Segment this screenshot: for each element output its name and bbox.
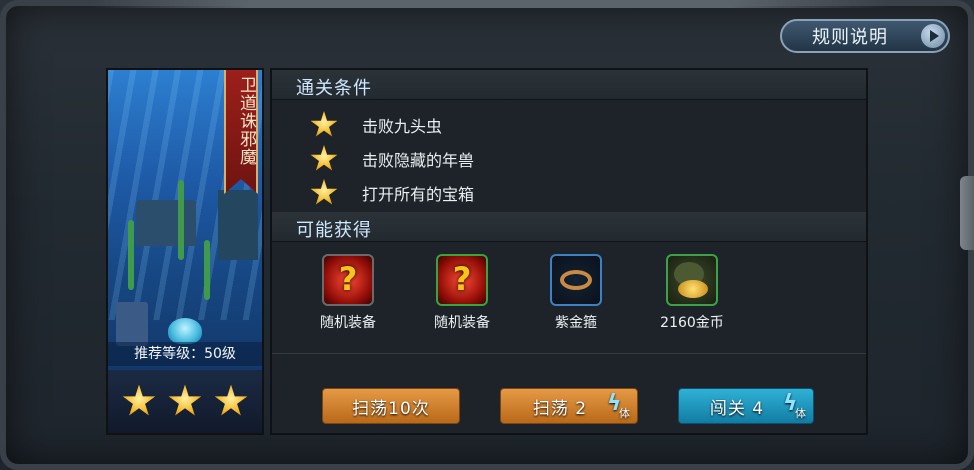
mystery-equipment-icon: ?	[436, 254, 488, 306]
ruin-illustration	[136, 200, 196, 246]
reward-item[interactable]: 2160金币	[652, 254, 732, 332]
sweep-label: 扫荡 2	[532, 398, 588, 419]
reward-name: 紫金箍	[555, 315, 597, 331]
condition-item: 击败九头虫	[310, 110, 710, 140]
jellyfish-illustration	[168, 318, 202, 344]
seaweed	[178, 180, 184, 260]
stage-details-panel: 通关条件 击败九头虫 击败隐藏的年兽 打开所有的宝箱 可能获得 ? 随机装备 ?…	[270, 68, 868, 435]
stamina-icon: ϟ体	[607, 391, 631, 421]
challenge-button[interactable]: 闯关 4 ϟ体	[678, 388, 814, 424]
star-icon	[310, 179, 338, 205]
condition-text: 击败隐藏的年兽	[362, 151, 475, 170]
rewards-header: 可能获得	[272, 212, 866, 242]
reward-name: 2160金币	[660, 315, 724, 331]
play-arrow-icon	[921, 24, 945, 48]
reward-item[interactable]: 紫金箍	[536, 254, 616, 332]
stamina-icon: ϟ体	[783, 391, 807, 421]
reward-item[interactable]: ? 随机装备	[422, 254, 502, 332]
condition-item: 击败隐藏的年兽	[310, 144, 710, 174]
recommended-level: 推荐等级：50级	[108, 342, 262, 366]
gold-coins-icon	[666, 254, 718, 306]
stage-name: 卫道诛邪魔	[236, 76, 256, 166]
stage-name-banner: 卫道诛邪魔	[224, 70, 258, 194]
mystery-equipment-icon: ?	[322, 254, 374, 306]
conditions-title: 通关条件	[296, 78, 372, 99]
seaweed	[128, 220, 134, 290]
seaweed	[204, 240, 210, 300]
star-icon	[168, 384, 202, 416]
side-handle[interactable]	[960, 176, 974, 250]
sweep-10-button[interactable]: 扫荡10次	[322, 388, 460, 424]
reward-name: 随机装备	[434, 315, 490, 331]
star-icon	[310, 145, 338, 171]
challenge-label: 闯关 4	[709, 398, 765, 419]
stage-card: 卫道诛邪魔 推荐等级：50级	[106, 68, 264, 435]
frame-top-trim	[90, 0, 890, 8]
divider	[272, 353, 866, 354]
stamina-label: 体	[795, 407, 807, 420]
ruin-illustration	[218, 190, 258, 260]
star-icon	[122, 384, 156, 416]
golden-headband-icon	[550, 254, 602, 306]
stage-stars	[108, 370, 262, 433]
star-icon	[310, 111, 338, 137]
condition-item: 打开所有的宝箱	[310, 178, 710, 208]
stamina-label: 体	[619, 407, 631, 420]
stump-illustration	[116, 302, 148, 346]
reward-name: 随机装备	[320, 315, 376, 331]
conditions-header: 通关条件	[272, 70, 866, 100]
rules-button[interactable]: 规则说明	[780, 19, 950, 53]
reward-item[interactable]: ? 随机装备	[308, 254, 388, 332]
rules-button-label: 规则说明	[812, 27, 888, 48]
star-icon	[214, 384, 248, 416]
rewards-title: 可能获得	[296, 220, 372, 241]
sweep-button[interactable]: 扫荡 2 ϟ体	[500, 388, 638, 424]
condition-text: 击败九头虫	[362, 117, 443, 136]
sweep-10-label: 扫荡10次	[352, 398, 430, 419]
condition-text: 打开所有的宝箱	[362, 185, 475, 204]
